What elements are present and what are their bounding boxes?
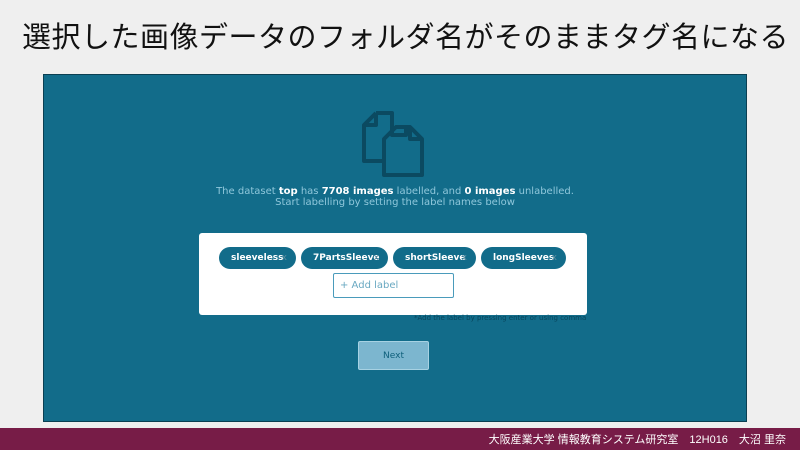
remove-tag-icon[interactable]: x [462, 247, 467, 269]
footer-credit: 大阪産業大学 情報教育システム研究室 12H016 大沼 里奈 [488, 434, 786, 446]
label-tag[interactable]: shortSleeve x [393, 247, 476, 269]
label-tag[interactable]: sleeveless x [219, 247, 296, 269]
slide-title: 選択した画像データのフォルダ名がそのままタグ名になる [22, 20, 790, 54]
add-label-hint: *Add the label by pressing enter or usin… [414, 314, 587, 322]
label-tag-name: sleeveless [231, 253, 284, 263]
label-tag-name: 7PartsSleeve [313, 253, 380, 263]
remove-tag-icon[interactable]: x [552, 247, 557, 269]
label-tag-name: shortSleeve [405, 253, 466, 263]
label-tag[interactable]: 7PartsSleeve x [301, 247, 388, 269]
label-tag[interactable]: longSleeves x [481, 247, 566, 269]
label-tag-name: longSleeves [493, 253, 555, 263]
copy-files-icon [362, 111, 424, 177]
labelling-instructions: Start labelling by setting the label nam… [275, 197, 515, 208]
labelling-panel: The dataset top has 7708 images labelled… [43, 74, 747, 422]
add-label-input[interactable] [333, 273, 454, 298]
dataset-summary: The dataset top has 7708 images labelled… [216, 186, 574, 197]
next-button[interactable]: Next [358, 341, 429, 370]
remove-tag-icon[interactable]: x [282, 247, 287, 269]
remove-tag-icon[interactable]: x [374, 247, 379, 269]
label-input-box: sleeveless x 7PartsSleeve x shortSleeve … [199, 233, 587, 315]
footer-bar: 大阪産業大学 情報教育システム研究室 12H016 大沼 里奈 [0, 428, 800, 450]
